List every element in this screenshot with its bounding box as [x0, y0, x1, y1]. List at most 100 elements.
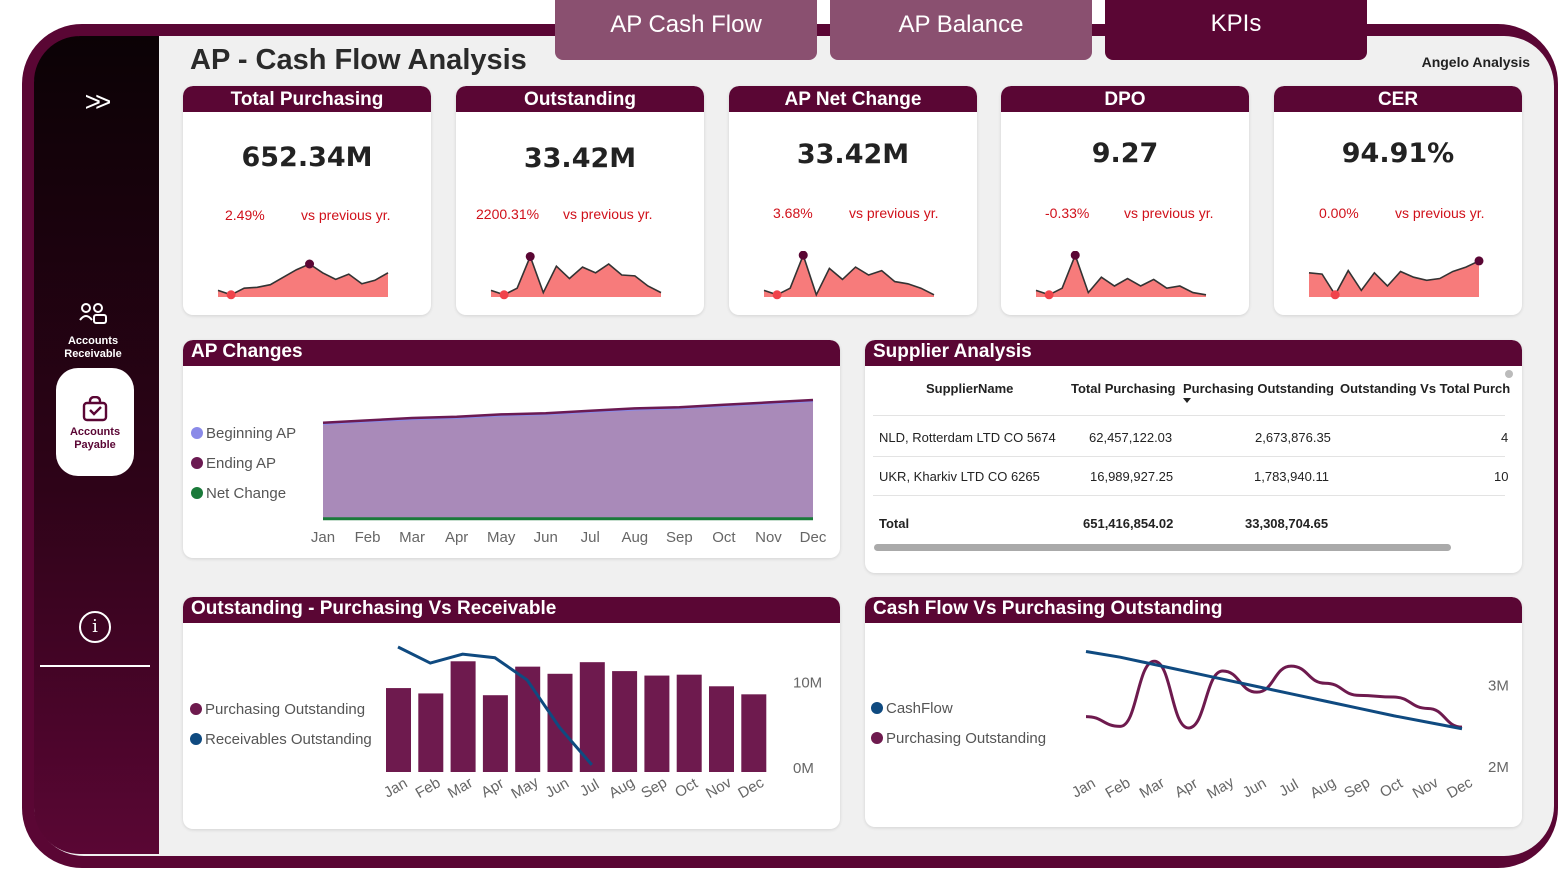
tab-ap-cash-flow[interactable]: AP Cash Flow — [555, 0, 817, 60]
legend-ending-ap[interactable]: Ending AP — [191, 455, 276, 472]
x-tick-label: Nov — [755, 529, 782, 546]
accounts-receivable-icon[interactable] — [78, 302, 108, 326]
kpi-value: 94.91% — [1341, 138, 1455, 169]
bar — [644, 675, 670, 772]
cashflow-chart: Jan Feb Mar Apr May Jun Jul Aug Sep Oct Nov Dec 3M 2M — [1069, 650, 1509, 803]
outstanding-chart: Jan Feb Mar Apr May Jun Jul Aug Sep Oct Nov Dec 10M 0… — [381, 645, 822, 803]
sparkline-min-point — [772, 290, 782, 300]
tab-kpis[interactable]: KPIs — [1105, 0, 1367, 60]
y-tick-label: 10M — [793, 675, 822, 692]
row-divider — [873, 495, 1505, 496]
bar — [482, 695, 508, 772]
legend-label: Purchasing Outstanding — [205, 701, 366, 718]
kpi-title: DPO — [1001, 86, 1249, 112]
legend-purchasing-outstanding[interactable]: Purchasing Outstanding — [190, 701, 365, 718]
table-cell-total: 62,457,122.03 — [1089, 430, 1173, 445]
kpi-value: 9.27 — [1091, 138, 1159, 169]
x-tick-label: Jan — [1069, 775, 1098, 802]
panel-title: Supplier Analysis — [865, 340, 1522, 366]
legend-label: Ending AP — [206, 455, 277, 472]
column-header-purchasing-outstanding[interactable]: Purchasing Outstanding — [1183, 381, 1334, 396]
kpi-title: AP Net Change — [729, 86, 977, 112]
legend-label: CashFlow — [886, 700, 953, 717]
legend-purchasing-outstanding[interactable]: Purchasing Outstanding — [871, 730, 1046, 747]
kpi-vs-label: vs previous yr. — [563, 206, 653, 222]
author-label: Angelo Analysis — [1421, 54, 1530, 70]
ap-changes-panel: AP Changes Beginning AP Ending AP Net Ch… — [183, 340, 840, 558]
sparkline-max-point — [1070, 251, 1080, 260]
table-cell-name: UKR, Kharkiv LTD CO 6265 — [879, 469, 1040, 484]
legend-dot — [871, 702, 883, 714]
sparkline-max-point — [305, 259, 315, 269]
legend-label: Net Change — [206, 485, 287, 502]
outstanding-panel: Outstanding - Purchasing Vs Receivable P… — [183, 597, 840, 829]
tab-ap-balance[interactable]: AP Balance — [830, 0, 1092, 60]
kpi-title: Total Purchasing — [183, 86, 431, 112]
kpi-card-dpo: DPO 9.27 -0.33% vs previous yr. — [1001, 86, 1249, 315]
x-tick-label: Jan — [381, 775, 410, 802]
legend-label: Receivables Outstanding — [205, 731, 372, 748]
cashflow-panel: Cash Flow Vs Purchasing Outstanding Cash… — [865, 597, 1522, 827]
column-header-outstanding-vs-total[interactable]: Outstanding Vs Total Purch — [1340, 381, 1510, 396]
bar — [386, 688, 411, 772]
table-cell-ratio: 10 — [1494, 469, 1509, 484]
legend-label: Beginning AP — [206, 425, 297, 442]
legend-dot — [191, 457, 203, 469]
legend-receivables-outstanding[interactable]: Receivables Outstanding — [190, 731, 372, 748]
shopping-bag-icon — [82, 396, 108, 422]
column-header-supplier-name[interactable]: SupplierName — [926, 381, 1013, 396]
kpi-change: 2200.31% — [476, 206, 540, 222]
sort-desc-icon[interactable] — [1183, 398, 1191, 403]
kpi-vs-label: vs previous yr. — [301, 207, 391, 223]
kpi-sparkline — [490, 252, 662, 300]
y-tick-label: 3M — [1488, 678, 1509, 695]
kpi-value: 652.34M — [241, 142, 373, 173]
legend-net-change[interactable]: Net Change — [191, 485, 286, 502]
kpi-sparkline — [1035, 251, 1207, 300]
x-tick-label: May — [1204, 773, 1237, 802]
panel-title: Outstanding - Purchasing Vs Receivable — [183, 597, 840, 623]
accounts-payable-label: Accounts Payable — [69, 426, 121, 451]
x-tick-label: Aug — [606, 774, 638, 802]
x-tick-label: Feb — [1102, 774, 1133, 802]
legend-dot — [190, 733, 202, 745]
legend-dot — [871, 732, 883, 744]
column-header-total-purchasing[interactable]: Total Purchasing — [1071, 381, 1176, 396]
bar — [418, 693, 444, 772]
sparkline-area — [1036, 255, 1206, 297]
kpi-title: Outstanding — [456, 86, 704, 112]
sparkline-min-point — [1044, 290, 1054, 300]
sparkline-area — [764, 255, 934, 297]
bar — [741, 694, 767, 772]
x-tick-label: Jun — [1240, 775, 1269, 802]
page-title: AP - Cash Flow Analysis — [190, 44, 527, 76]
row-divider — [873, 456, 1505, 457]
accounts-payable-button[interactable]: Accounts Payable — [56, 368, 134, 476]
x-tick-label: Oct — [672, 774, 701, 801]
x-tick-label: Aug — [1307, 774, 1339, 802]
table-cell-outstanding: 2,673,876.35 — [1255, 430, 1331, 445]
kpi-title: CER — [1274, 86, 1522, 112]
kpi-vs-label: vs previous yr. — [849, 205, 939, 221]
x-tick-label: Mar — [1137, 774, 1168, 802]
sparkline-area — [218, 264, 388, 297]
kpi-change: 3.68% — [773, 205, 813, 221]
vertical-scrollbar[interactable] — [1505, 370, 1513, 378]
table-total-purchasing: 651,416,854.02 — [1083, 516, 1174, 531]
expand-sidebar-icon[interactable]: >> — [78, 88, 112, 116]
ap-changes-chart: Jan Feb Mar Apr May Jun Jul Aug Sep Oct Nov Dec — [311, 398, 827, 546]
kpi-vs-label: vs previous yr. — [1124, 205, 1214, 221]
sparkline-max-point — [1474, 256, 1484, 266]
info-icon[interactable]: i — [79, 611, 111, 643]
sparkline-min-point — [499, 290, 509, 300]
table-cell-ratio: 4 — [1501, 430, 1509, 445]
bar — [547, 673, 573, 772]
panel-title: Cash Flow Vs Purchasing Outstanding — [865, 597, 1522, 623]
horizontal-scrollbar[interactable] — [874, 544, 1451, 551]
sidebar-divider — [40, 665, 150, 667]
legend-cashflow[interactable]: CashFlow — [871, 700, 953, 717]
legend-beginning-ap[interactable]: Beginning AP — [191, 425, 296, 442]
accounts-receivable-label[interactable]: Accounts Receivable — [52, 335, 134, 361]
x-tick-label: Jun — [534, 529, 558, 546]
row-divider — [873, 415, 1505, 416]
